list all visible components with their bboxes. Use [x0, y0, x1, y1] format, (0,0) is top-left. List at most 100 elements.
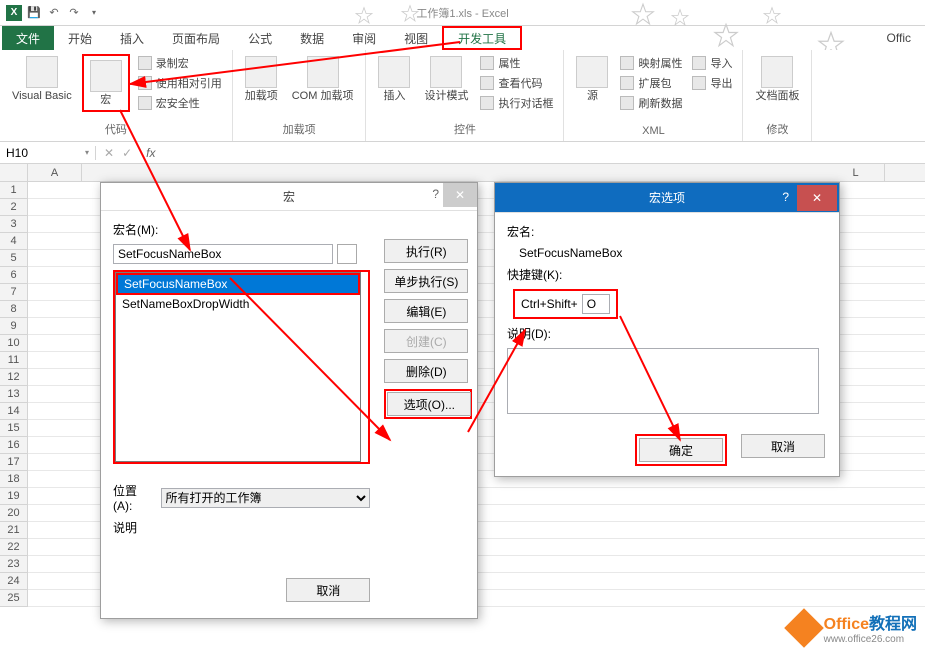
ribbon-group-controls: 插入 设计模式 属性 查看代码 执行对话框 控件 [366, 50, 564, 141]
macro-location-select[interactable]: 所有打开的工作簿 [161, 488, 371, 508]
macro-name-picker-icon[interactable] [337, 244, 357, 264]
addins-button[interactable]: 加载项 [241, 54, 282, 104]
macro-options-button[interactable]: 选项(O)... [387, 392, 471, 416]
close-icon[interactable]: ✕ [443, 183, 477, 207]
row-header[interactable]: 16 [0, 437, 27, 454]
import-button[interactable]: 导入 [690, 54, 734, 72]
tab-insert[interactable]: 插入 [106, 26, 158, 50]
tab-home[interactable]: 开始 [54, 26, 106, 50]
macro-cancel-button[interactable]: 取消 [286, 578, 370, 602]
row-header[interactable]: 10 [0, 335, 27, 352]
options-cancel-button[interactable]: 取消 [741, 434, 825, 458]
options-ok-button[interactable]: 确定 [639, 438, 723, 462]
row-header[interactable]: 19 [0, 488, 27, 505]
view-code-button[interactable]: 查看代码 [478, 74, 555, 92]
macros-icon [90, 60, 122, 92]
macro-security-button[interactable]: 宏安全性 [136, 94, 224, 112]
row-header[interactable]: 20 [0, 505, 27, 522]
source-button[interactable]: 源 [572, 54, 612, 104]
export-button[interactable]: 导出 [690, 74, 734, 92]
macro-edit-button[interactable]: 编辑(E) [384, 299, 468, 323]
close-icon[interactable]: ✕ [797, 185, 837, 211]
expansion-pack-label: 扩展包 [638, 75, 671, 91]
group-addins-label: 加载项 [283, 119, 316, 139]
macro-dialog: 宏 ? ✕ 宏名(M): SetFocusNameBox SetNameBoxD… [100, 182, 478, 619]
accept-formula-icon[interactable]: ✓ [122, 146, 132, 160]
row-header[interactable]: 17 [0, 454, 27, 471]
relative-ref-icon [138, 76, 152, 90]
row-header[interactable]: 5 [0, 250, 27, 267]
com-addins-button[interactable]: COM 加载项 [288, 54, 358, 104]
help-icon[interactable]: ? [782, 190, 789, 204]
row-header[interactable]: 3 [0, 216, 27, 233]
macro-delete-button[interactable]: 删除(D) [384, 359, 468, 383]
undo-icon[interactable]: ↶ [46, 5, 62, 21]
row-header[interactable]: 21 [0, 522, 27, 539]
row-header[interactable]: 15 [0, 420, 27, 437]
map-icon [620, 56, 634, 70]
row-header[interactable]: 9 [0, 318, 27, 335]
row-header[interactable]: 23 [0, 556, 27, 573]
row-header[interactable]: 18 [0, 471, 27, 488]
map-properties-button[interactable]: 映射属性 [618, 54, 684, 72]
row-header[interactable]: 11 [0, 352, 27, 369]
com-addins-label: COM 加载项 [292, 90, 354, 102]
row-header[interactable]: 24 [0, 573, 27, 590]
column-headers: A L [28, 164, 925, 182]
row-header[interactable]: 8 [0, 301, 27, 318]
insert-control-button[interactable]: 插入 [374, 54, 414, 104]
tab-layout[interactable]: 页面布局 [158, 26, 234, 50]
cancel-formula-icon[interactable]: ✕ [104, 146, 114, 160]
macro-dialog-title-bar[interactable]: 宏 ? ✕ [101, 183, 477, 211]
options-dialog-title-bar[interactable]: 宏选项 ? ✕ [495, 183, 839, 213]
select-all-corner[interactable] [0, 164, 28, 182]
row-header[interactable]: 22 [0, 539, 27, 556]
description-textarea[interactable] [507, 348, 819, 414]
macro-step-button[interactable]: 单步执行(S) [384, 269, 468, 293]
row-header[interactable]: 6 [0, 267, 27, 284]
tab-view[interactable]: 视图 [390, 26, 442, 50]
design-mode-button[interactable]: 设计模式 [420, 54, 472, 104]
macros-button[interactable]: 宏 [86, 58, 126, 108]
redo-icon[interactable]: ↷ [66, 5, 82, 21]
help-icon[interactable]: ? [432, 187, 439, 201]
expansion-pack-button[interactable]: 扩展包 [618, 74, 684, 92]
row-header[interactable]: 25 [0, 590, 27, 607]
refresh-data-label: 刷新数据 [638, 95, 682, 111]
row-header[interactable]: 14 [0, 403, 27, 420]
tab-file[interactable]: 文件 [2, 26, 54, 50]
import-label: 导入 [710, 55, 732, 71]
tab-developer[interactable]: 开发工具 [442, 26, 522, 50]
tab-formulas[interactable]: 公式 [234, 26, 286, 50]
row-header[interactable]: 7 [0, 284, 27, 301]
macro-list-item[interactable]: SetNameBoxDropWidth [116, 295, 360, 313]
tab-review[interactable]: 审阅 [338, 26, 390, 50]
source-icon [576, 56, 608, 88]
qat-dropdown-icon[interactable]: ▾ [86, 5, 102, 21]
column-header-A[interactable]: A [28, 164, 82, 181]
fx-icon[interactable]: fx [140, 146, 161, 160]
properties-button[interactable]: 属性 [478, 54, 555, 72]
row-header[interactable]: 12 [0, 369, 27, 386]
run-dialog-button[interactable]: 执行对话框 [478, 94, 555, 112]
column-header-L[interactable]: L [827, 164, 885, 181]
row-header[interactable]: 13 [0, 386, 27, 403]
name-box[interactable]: H10 ▾ [0, 146, 96, 160]
macro-list-item-selected[interactable]: SetFocusNameBox [116, 273, 360, 295]
save-icon[interactable]: 💾 [26, 5, 42, 21]
row-header[interactable]: 1 [0, 182, 27, 199]
doc-panel-button[interactable]: 文档面板 [751, 54, 803, 104]
macro-list[interactable]: SetFocusNameBox SetNameBoxDropWidth [115, 272, 361, 462]
record-macro-button[interactable]: 录制宏 [136, 54, 224, 72]
chevron-down-icon[interactable]: ▾ [85, 148, 89, 157]
shortcut-key-input[interactable] [582, 294, 610, 314]
row-header[interactable]: 4 [0, 233, 27, 250]
macro-run-button[interactable]: 执行(R) [384, 239, 468, 263]
macro-name-input[interactable] [113, 244, 333, 264]
tab-data[interactable]: 数据 [286, 26, 338, 50]
row-header[interactable]: 2 [0, 199, 27, 216]
refresh-data-button[interactable]: 刷新数据 [618, 94, 684, 112]
visual-basic-button[interactable]: Visual Basic [8, 54, 76, 104]
macro-location-label: 位置(A): [113, 482, 153, 513]
relative-ref-button[interactable]: 使用相对引用 [136, 74, 224, 92]
